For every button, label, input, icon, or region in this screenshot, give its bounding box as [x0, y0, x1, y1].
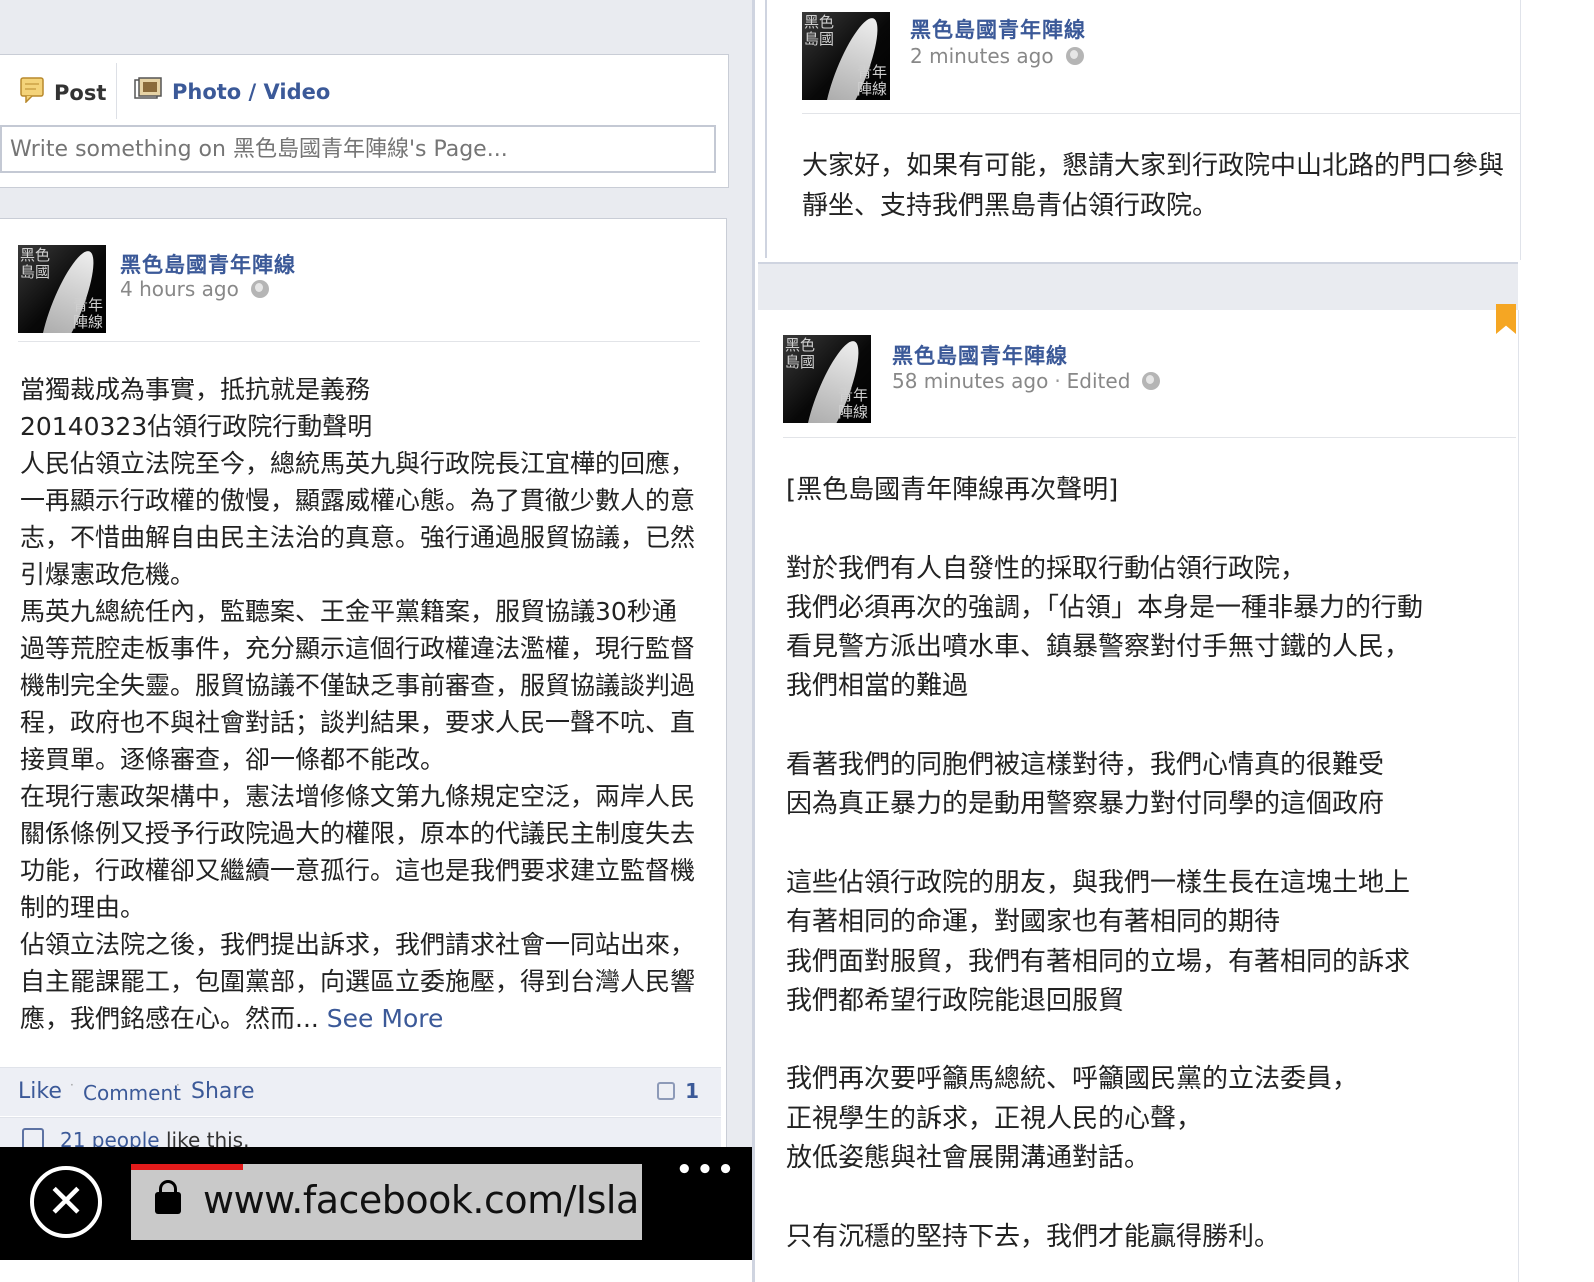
avatar-text-bottom: 青年陣線: [856, 63, 887, 98]
like-link[interactable]: Like: [18, 1079, 62, 1104]
post-card: 黑色島國 青年陣線 黑色島國青年陣線 58 minutes ago · Edit…: [758, 310, 1519, 1282]
avatar-text-top: 黑色島國: [20, 246, 51, 281]
action-separator: ·: [176, 1078, 180, 1092]
post-timestamp[interactable]: 4 hours ago: [120, 277, 239, 301]
page-avatar[interactable]: 黑色島國 青年陣線: [783, 335, 871, 423]
post-timestamp[interactable]: 58 minutes ago: [892, 369, 1048, 393]
comment-count[interactable]: 1: [657, 1079, 699, 1103]
post-meta: 58 minutes ago · Edited: [892, 369, 1161, 393]
avatar-text-bottom: 青年陣線: [72, 296, 103, 331]
globe-icon: [250, 280, 269, 298]
timeline-spine: [765, 0, 767, 258]
composer-input[interactable]: [0, 125, 716, 173]
page-avatar[interactable]: 黑色島國 青年陣線: [802, 12, 890, 100]
photo-video-tab[interactable]: Photo / Video: [134, 77, 330, 106]
action-separator: ·: [70, 1078, 74, 1092]
post-header-divider: [783, 437, 1516, 438]
post-timestamp[interactable]: 2 minutes ago: [910, 44, 1054, 68]
bottom-strip: [0, 1260, 755, 1282]
comment-link[interactable]: Comment: [83, 1081, 181, 1105]
photo-video-tab-label: Photo / Video: [172, 79, 331, 104]
photo-icon: [134, 77, 162, 106]
globe-icon: [1142, 372, 1161, 390]
edited-label[interactable]: Edited: [1067, 369, 1131, 393]
post-body-text: [黑色島國青年陣線再次聲明] 對於我們有人自發性的採取行動佔領行政院， 我們必須…: [786, 475, 1424, 1252]
see-more-link[interactable]: See More: [327, 1004, 444, 1033]
page-load-progress: [131, 1164, 244, 1170]
post-author[interactable]: 黑色島國青年陣線: [892, 340, 1068, 370]
share-link[interactable]: Share: [191, 1079, 255, 1104]
avatar-text-top: 黑色島國: [785, 336, 816, 371]
post-body-text: 當獨裁成為事實，抵抗就是義務 20140323佔領行政院行動聲明 人民佔領立法院…: [20, 375, 696, 1033]
more-menu-button[interactable]: •••: [676, 1155, 738, 1185]
post-author[interactable]: 黑色島國青年陣線: [120, 249, 296, 279]
url-text: www.facebook.com/Island: [203, 1178, 642, 1222]
browser-address-bar: ✕ www.facebook.com/Island •••: [0, 1147, 755, 1260]
meta-separator: ·: [1054, 369, 1061, 393]
post-icon: [20, 77, 44, 108]
close-tab-button[interactable]: ✕: [30, 1166, 102, 1238]
post-tab[interactable]: Post: [20, 77, 106, 108]
url-field[interactable]: www.facebook.com/Island: [131, 1164, 642, 1240]
post-body: 當獨裁成為事實，抵抗就是義務 20140323佔領行政院行動聲明 人民佔領立法院…: [20, 371, 695, 1037]
left-column: Post Photo / Video 黑色島國 青年陣線 黑色島國青年陣線 4 …: [0, 0, 755, 1282]
avatar-text-bottom: 青年陣線: [837, 386, 868, 421]
comment-count-value: 1: [685, 1079, 699, 1103]
post-meta: 2 minutes ago: [910, 44, 1084, 68]
comment-icon: [657, 1082, 676, 1100]
post-body-text: 大家好，如果有可能，懇請大家到行政院中山北路的門口參與靜坐、支持我們黑島青佔領行…: [802, 151, 1505, 221]
post-tab-label: Post: [54, 80, 107, 105]
lock-icon: [155, 1180, 181, 1214]
post-header-divider: [802, 113, 1520, 114]
post-header-divider: [18, 341, 700, 342]
tab-divider: [116, 63, 117, 119]
post-card: 黑色島國 青年陣線 黑色島國青年陣線 2 minutes ago 大家好，如果有…: [768, 0, 1521, 260]
post-author[interactable]: 黑色島國青年陣線: [910, 14, 1086, 44]
timeline-gap: [758, 262, 1518, 311]
globe-icon: [1065, 47, 1084, 65]
composer: Post Photo / Video: [0, 54, 729, 188]
avatar-text-top: 黑色島國: [804, 13, 835, 48]
post-meta: 4 hours ago: [120, 277, 269, 301]
post-actions-bar: Like · Comment · Share 1: [0, 1067, 721, 1116]
right-column: 黑色島國 青年陣線 黑色島國青年陣線 2 minutes ago 大家好，如果有…: [758, 0, 1594, 1282]
page-avatar[interactable]: 黑色島國 青年陣線: [18, 245, 106, 333]
